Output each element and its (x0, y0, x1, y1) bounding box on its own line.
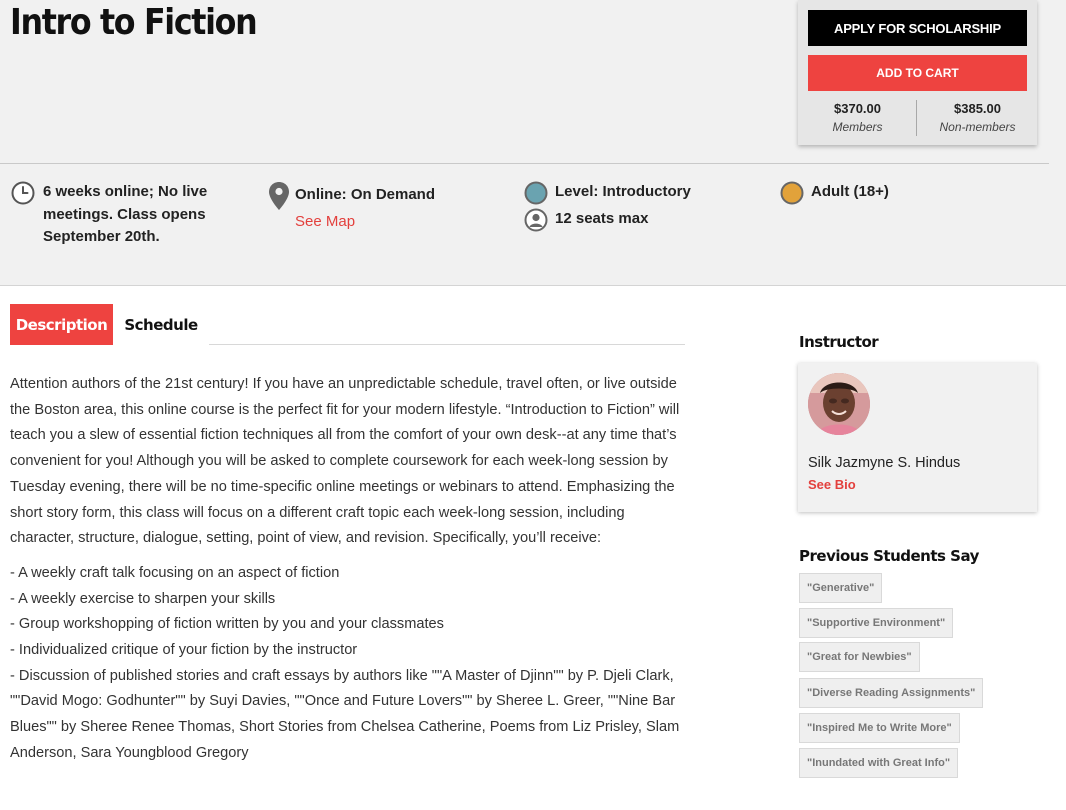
person-icon (524, 208, 548, 237)
schedule-line-1: 6 weeks online; No live (43, 183, 208, 200)
schedule-line-2: meetings. Class opens (43, 205, 206, 223)
header-divider (0, 163, 1049, 164)
review-tag: "Inundated with Great Info" (799, 748, 959, 778)
review-tag: "Great for Newbies" (799, 642, 920, 672)
level-info: Level: Introductory (555, 183, 691, 200)
location-info: Online: On Demand See Map (295, 184, 435, 233)
course-tabs: Description Schedule (10, 304, 685, 345)
instructor-heading: Instructor (799, 333, 879, 351)
see-map-link[interactable]: See Map (295, 211, 435, 234)
schedule-info: 6 weeks online; No live meetings. Class … (43, 181, 207, 249)
nonmember-price-label: Non-members (939, 120, 1016, 134)
course-description: Attention authors of the 21st century! I… (10, 372, 685, 767)
list-item: - A weekly craft talk focusing on an asp… (10, 564, 340, 581)
review-tag: "Generative" (799, 573, 883, 603)
audience-dot-icon (780, 181, 804, 210)
price-divider (916, 100, 917, 136)
member-price-label: Members (832, 120, 883, 134)
instructor-name: Silk Jazmyne S. Hindus (808, 455, 961, 471)
review-tag: "Diverse Reading Assignments" (799, 677, 984, 708)
add-to-cart-button[interactable]: ADD TO CART (808, 55, 1027, 91)
list-item: - Group workshopping of fiction written … (10, 616, 444, 633)
page-title: Intro to Fiction (10, 2, 258, 43)
audience-info: Adult (18+) (811, 183, 889, 200)
description-intro: Attention authors of the 21st century! I… (10, 376, 680, 547)
reviews-heading: Previous Students Say (799, 547, 979, 565)
list-item: - Discussion of published stories and cr… (10, 667, 680, 761)
nonmember-price-amount: $385.00 (954, 101, 1001, 116)
member-price: $370.00 Members (798, 100, 917, 136)
tab-schedule[interactable]: Schedule (113, 304, 209, 345)
see-bio-link[interactable]: See Bio (808, 477, 856, 492)
purchase-box: APPLY FOR SCHOLARSHIP ADD TO CART $370.0… (798, 0, 1037, 145)
review-tag: "Supportive Environment" (799, 607, 954, 638)
avatar[interactable] (808, 373, 870, 435)
instructor-card: Silk Jazmyne S. Hindus See Bio (798, 363, 1037, 512)
map-pin-icon (268, 181, 290, 216)
list-item: - A weekly exercise to sharpen your skil… (10, 590, 276, 607)
review-tag: "Inspired Me to Write More" (799, 712, 960, 743)
tab-description[interactable]: Description (10, 304, 113, 345)
apply-scholarship-button[interactable]: APPLY FOR SCHOLARSHIP (808, 10, 1027, 46)
level-dot-icon (524, 181, 548, 210)
clock-icon (11, 181, 35, 210)
member-price-amount: $370.00 (834, 101, 881, 116)
benefits-list: - A weekly craft talk focusing on an asp… (10, 561, 685, 767)
schedule-line-3: September 20th. (43, 228, 160, 245)
nonmember-price: $385.00 Non-members (918, 100, 1037, 136)
list-item: - Individualized critique of your fictio… (10, 642, 358, 659)
seats-info: 12 seats max (555, 210, 649, 227)
location-text: Online: On Demand (295, 186, 436, 203)
course-header: Intro to Fiction APPLY FOR SCHOLARSHIP A… (0, 0, 1066, 286)
